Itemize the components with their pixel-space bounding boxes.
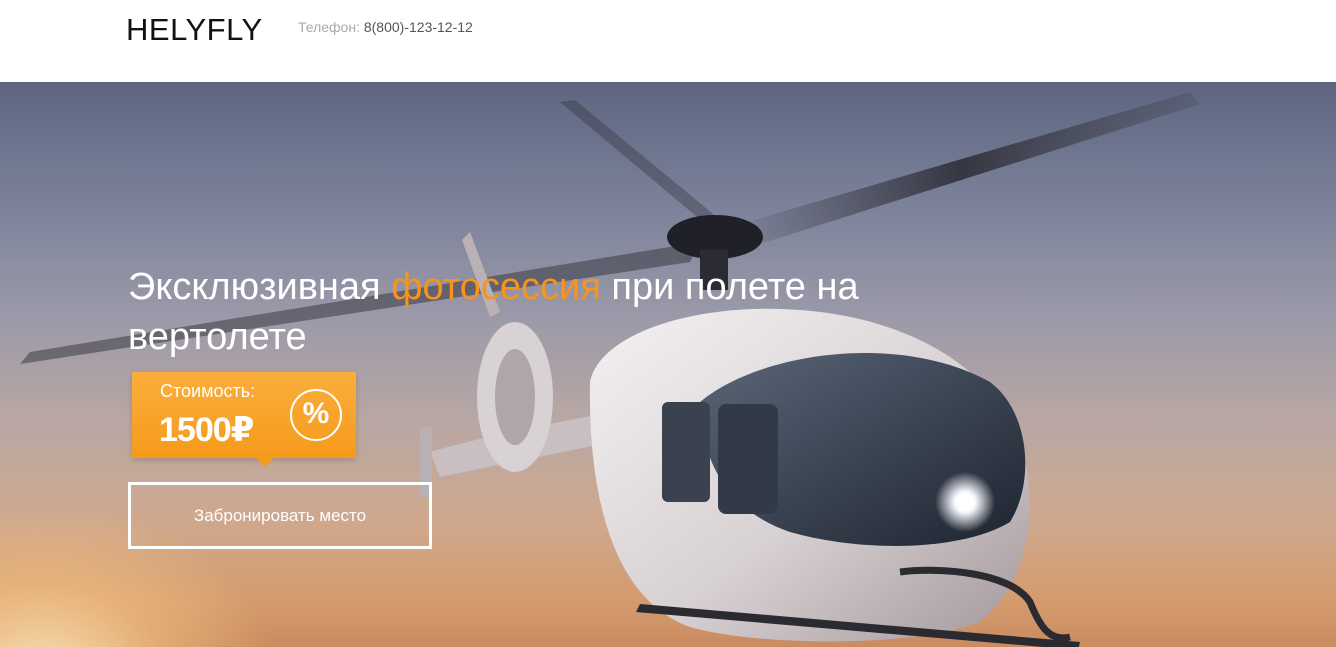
price-label: Стоимость:: [160, 381, 256, 401]
headline-part-1: Эксклюзивная: [128, 266, 392, 308]
helicopter-photo: [20, 92, 1200, 647]
phone-contact: Телефон: 8(800)-123-12-12: [298, 19, 473, 35]
book-place-button[interactable]: Забронировать место: [128, 482, 432, 549]
hero-headline: Эксклюзивная фотосессия при полете на ве…: [128, 262, 928, 362]
headline-highlight: фотосессия: [391, 266, 601, 308]
phone-label: Телефон:: [298, 19, 360, 35]
site-header: HELYFLY Телефон: 8(800)-123-12-12: [0, 0, 1336, 82]
price-tag: Стоимость: 1500₽ %: [132, 372, 356, 467]
hero-section: Эксклюзивная фотосессия при полете на ве…: [0, 82, 1336, 647]
site-logo[interactable]: HELYFLY: [126, 12, 263, 48]
discount-percent-icon: %: [290, 389, 342, 441]
price-value: 1500₽: [159, 411, 254, 449]
phone-number[interactable]: 8(800)-123-12-12: [364, 19, 473, 35]
